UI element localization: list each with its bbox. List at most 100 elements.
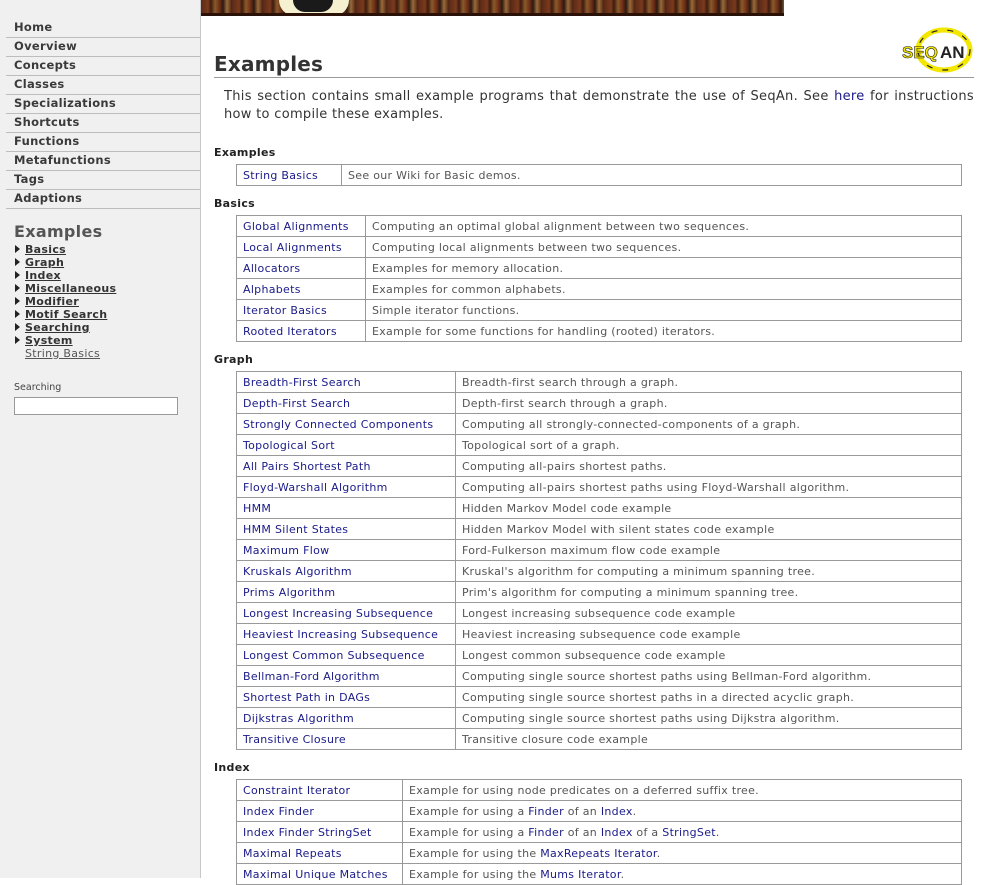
sub-item-system[interactable]: System [15,334,200,347]
nav-item-overview[interactable]: Overview [6,38,200,57]
table-row: Heaviest Increasing Subsequence Heaviest … [236,623,962,645]
description-link[interactable]: MaxRepeats Iterator [540,847,657,860]
sub-item-miscellaneous[interactable]: Miscellaneous [15,282,200,295]
example-link[interactable]: Maximal Unique Matches [243,868,388,881]
nav-item-specializations[interactable]: Specializations [6,95,200,114]
sub-item-basics[interactable]: Basics [15,243,200,256]
nav-list: Home Overview Concepts Classes Specializatio… [0,19,200,209]
sub-item-graph[interactable]: Graph [15,256,200,269]
example-link[interactable]: Rooted Iterators [243,325,337,338]
examples-table-graph: Breadth-First Search Breadth-first search… [236,371,962,750]
description-link[interactable]: Index [601,805,633,818]
example-link[interactable]: HMM Silent States [243,523,348,536]
section-heading-basics: Basics [214,197,255,210]
table-row: Breadth-First Search Breadth-first search… [236,371,962,393]
example-link[interactable]: Maximum Flow [243,544,329,557]
nav-item-concepts[interactable]: Concepts [6,57,200,76]
nav-item-adaptions[interactable]: Adaptions [6,190,200,209]
example-link[interactable]: String Basics [243,169,318,182]
example-description: Longest increasing subsequence code exam… [455,602,962,624]
example-link[interactable]: Heaviest Increasing Subsequence [243,628,438,641]
example-link[interactable]: Breadth-First Search [243,376,361,389]
example-link[interactable]: Topological Sort [243,439,335,452]
table-row: HMM Silent States Hidden Markov Model wit… [236,518,962,540]
example-link[interactable]: Iterator Basics [243,304,327,317]
example-name-cell: Iterator Basics [236,299,366,321]
sub-leaf-string-basics[interactable]: String Basics [15,347,200,360]
example-link[interactable]: HMM [243,502,271,515]
example-link[interactable]: Depth-First Search [243,397,350,410]
example-description: Prim's algorithm for computing a minimum… [455,581,962,603]
example-link[interactable]: Prims Algorithm [243,586,335,599]
example-description: Example for using a Finder of an Index. [402,800,962,822]
example-link[interactable]: Global Alignments [243,220,349,233]
nav-item-metafunctions[interactable]: Metafunctions [6,152,200,171]
example-link[interactable]: Constraint Iterator [243,784,350,797]
example-link[interactable]: Dijkstras Algorithm [243,712,354,725]
example-link[interactable]: Kruskals Algorithm [243,565,352,578]
example-link[interactable]: Shortest Path in DAGs [243,691,370,704]
example-name-cell: Floyd-Warshall Algorithm [236,476,456,498]
table-row: Topological Sort Topological sort of a gr… [236,434,962,456]
example-name-cell: Local Alignments [236,236,366,258]
description-link[interactable]: StringSet [662,826,716,839]
example-name-cell: HMM Silent States [236,518,456,540]
search-input[interactable] [14,396,178,415]
example-link[interactable]: Bellman-Ford Algorithm [243,670,380,683]
example-description: Simple iterator functions. [365,299,962,321]
page-title: Examples [214,52,974,78]
nav-item-shortcuts[interactable]: Shortcuts [6,114,200,133]
table-row: Longest Increasing Subsequence Longest in… [236,602,962,624]
example-name-cell: HMM [236,497,456,519]
table-row: Local Alignments Computing local alignmen… [236,236,962,258]
example-link[interactable]: Transitive Closure [243,733,346,746]
example-link[interactable]: Strongly Connected Components [243,418,433,431]
description-link[interactable]: Mums Iterator [540,868,620,881]
example-link[interactable]: Maximal Repeats [243,847,342,860]
example-name-cell: Maximum Flow [236,539,456,561]
example-name-cell: Index Finder StringSet [236,821,403,843]
example-name-cell: Heaviest Increasing Subsequence [236,623,456,645]
triangle-right-icon [15,284,20,292]
example-link[interactable]: Alphabets [243,283,301,296]
example-link[interactable]: Floyd-Warshall Algorithm [243,481,388,494]
table-row: Prims Algorithm Prim's algorithm for comp… [236,581,962,603]
example-description: Longest common subsequence code example [455,644,962,666]
table-row: Floyd-Warshall Algorithm Computing all-pa… [236,476,962,498]
description-link[interactable]: Index [601,826,633,839]
example-link[interactable]: Allocators [243,262,300,275]
example-link[interactable]: Index Finder [243,805,314,818]
nav-item-functions[interactable]: Functions [6,133,200,152]
sub-item-index[interactable]: Index [15,269,200,282]
table-row: Shortest Path in DAGs Computing single so… [236,686,962,708]
here-link[interactable]: here [834,89,865,104]
example-link[interactable]: Longest Common Subsequence [243,649,425,662]
intro-pre: This section contains small example prog… [224,89,835,104]
example-name-cell: Rooted Iterators [236,320,366,342]
example-description: Computing all-pairs shortest paths. [455,455,962,477]
sub-item-searching[interactable]: Searching [15,321,200,334]
table-row: Constraint Iterator Example for using nod… [236,779,962,801]
example-description: Examples for memory allocation. [365,257,962,279]
triangle-right-icon [15,245,20,253]
description-link[interactable]: Finder [528,805,564,818]
example-description: See our Wiki for Basic demos. [341,164,962,186]
sub-item-motif-search[interactable]: Motif Search [15,308,200,321]
example-link[interactable]: Index Finder StringSet [243,826,372,839]
table-row: Allocators Examples for memory allocation… [236,257,962,279]
section-heading-examples: Examples [214,146,276,159]
nav-item-classes[interactable]: Classes [6,76,200,95]
examples-table-index: Constraint Iterator Example for using nod… [236,779,962,885]
example-link[interactable]: Longest Increasing Subsequence [243,607,433,620]
table-row: String Basics See our Wiki for Basic demo… [236,164,962,186]
example-name-cell: Longest Common Subsequence [236,644,456,666]
nav-item-home[interactable]: Home [6,19,200,38]
example-link[interactable]: Local Alignments [243,241,342,254]
example-description: Computing single source shortest paths i… [455,686,962,708]
example-description: Computing an optimal global alignment be… [365,215,962,237]
example-link[interactable]: All Pairs Shortest Path [243,460,371,473]
header-banner-image [201,0,784,16]
description-link[interactable]: Finder [528,826,564,839]
nav-item-tags[interactable]: Tags [6,171,200,190]
sub-item-modifier[interactable]: Modifier [15,295,200,308]
